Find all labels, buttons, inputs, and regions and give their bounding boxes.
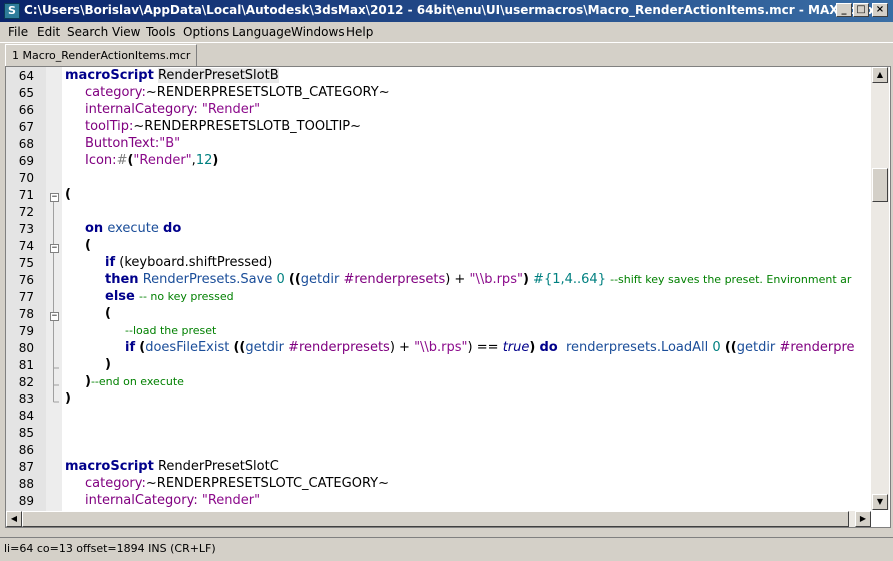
- code-line: on execute do: [85, 221, 182, 236]
- code-line: )--end on execute: [85, 374, 184, 389]
- title-bar: S C:\Users\Borislav\AppData\Local\Autode…: [0, 0, 893, 22]
- fold-margin: [46, 67, 62, 527]
- vertical-scroll-thumb[interactable]: [872, 168, 888, 202]
- code-line: if (keyboard.shiftPressed): [105, 255, 273, 270]
- line-number: 75: [18, 256, 34, 270]
- code-line: macroScript RenderPresetSlotB: [65, 68, 279, 83]
- line-number: 84: [18, 409, 34, 423]
- code-line: ): [105, 357, 111, 372]
- scroll-left-arrow-icon[interactable]: ◀: [6, 511, 22, 527]
- code-line: (: [105, 306, 111, 321]
- line-number: 80: [18, 341, 34, 355]
- menu-language[interactable]: Language: [232, 25, 291, 39]
- code-line: internalCategory: "Render": [85, 493, 261, 508]
- scroll-up-arrow-icon[interactable]: ▲: [872, 67, 888, 83]
- window-title: C:\Users\Borislav\AppData\Local\Autodesk…: [24, 3, 879, 17]
- code-line: (: [85, 238, 91, 253]
- menu-search[interactable]: Search: [67, 25, 108, 39]
- line-number: 87: [18, 460, 34, 474]
- code-line: category:~RENDERPRESETSLOTB_CATEGORY~: [85, 85, 390, 100]
- line-number: 76: [18, 273, 34, 287]
- tab-strip: 1 Macro_RenderActionItems.mcr: [0, 42, 893, 68]
- close-button[interactable]: ×: [872, 3, 888, 17]
- maximize-button[interactable]: □: [853, 3, 869, 17]
- code-line: then RenderPresets.Save 0 ((getdir #rend…: [105, 272, 852, 287]
- code-editor[interactable]: 64 65 66 67 68 69 70 71 72 73 74 75 76 7…: [5, 66, 891, 528]
- menu-tools[interactable]: Tools: [146, 25, 176, 39]
- line-number: 69: [18, 154, 34, 168]
- fold-collapse-icon[interactable]: −: [50, 244, 59, 253]
- code-line: category:~RENDERPRESETSLOTC_CATEGORY~: [85, 476, 389, 491]
- code-line: else -- no key pressed: [105, 289, 234, 304]
- code-line: toolTip:~RENDERPRESETSLOTB_TOOLTIP~: [85, 119, 362, 134]
- scroll-right-arrow-icon[interactable]: ▶: [855, 511, 871, 527]
- vertical-scrollbar[interactable]: ▲ ▼: [871, 67, 889, 510]
- code-area[interactable]: macroScript RenderPresetSlotB category:~…: [62, 67, 890, 527]
- status-bar: li=64 co=13 offset=1894 INS (CR+LF): [0, 537, 893, 561]
- line-number: 86: [18, 443, 34, 457]
- line-number: 73: [18, 222, 34, 236]
- line-number: 70: [18, 171, 34, 185]
- horizontal-scroll-thumb[interactable]: [22, 511, 849, 527]
- menu-file[interactable]: File: [8, 25, 28, 39]
- code-line: ): [65, 391, 71, 406]
- code-line: --load the preset: [125, 324, 217, 337]
- line-number: 64: [18, 69, 34, 83]
- code-line: Icon:#("Render",12): [85, 153, 219, 168]
- horizontal-scrollbar[interactable]: ◀ ▶: [6, 511, 871, 527]
- line-number: 77: [18, 290, 34, 304]
- line-number: 72: [18, 205, 34, 219]
- tab-macro-renderactionitems[interactable]: 1 Macro_RenderActionItems.mcr: [5, 44, 198, 68]
- menu-windows[interactable]: Windows: [291, 25, 345, 39]
- line-number: 67: [18, 120, 34, 134]
- menu-edit[interactable]: Edit: [37, 25, 60, 39]
- line-number: 83: [18, 392, 34, 406]
- line-number: 71: [18, 188, 34, 202]
- fold-guide-lines: [53, 202, 59, 403]
- line-number: 78: [18, 307, 34, 321]
- line-number: 66: [18, 103, 34, 117]
- code-line: ButtonText:"B": [85, 136, 181, 151]
- maxscript-app-icon[interactable]: S: [4, 3, 20, 19]
- line-number: 81: [18, 358, 34, 372]
- menu-bar: File Edit Search View Tools Options Lang…: [0, 23, 893, 41]
- menu-view[interactable]: View: [112, 25, 140, 39]
- code-line: macroScript RenderPresetSlotC: [65, 459, 279, 474]
- line-number: 82: [18, 375, 34, 389]
- scroll-down-arrow-icon[interactable]: ▼: [872, 494, 888, 510]
- line-number-gutter: 64 65 66 67 68 69 70 71 72 73 74 75 76 7…: [6, 67, 46, 527]
- line-number: 85: [18, 426, 34, 440]
- fold-collapse-icon[interactable]: −: [50, 193, 59, 202]
- code-line: (: [65, 187, 71, 202]
- line-number: 79: [18, 324, 34, 338]
- status-text: li=64 co=13 offset=1894 INS (CR+LF): [4, 542, 216, 555]
- minimize-button[interactable]: _: [836, 3, 852, 17]
- line-number: 65: [18, 86, 34, 100]
- line-number: 68: [18, 137, 34, 151]
- menu-options[interactable]: Options: [183, 25, 229, 39]
- code-line: if (doesFileExist ((getdir #renderpreset…: [125, 340, 855, 355]
- code-line: internalCategory: "Render": [85, 102, 261, 117]
- line-number: 74: [18, 239, 34, 253]
- menu-help[interactable]: Help: [346, 25, 373, 39]
- fold-collapse-icon[interactable]: −: [50, 312, 59, 321]
- line-number: 89: [18, 494, 34, 508]
- line-number: 88: [18, 477, 34, 491]
